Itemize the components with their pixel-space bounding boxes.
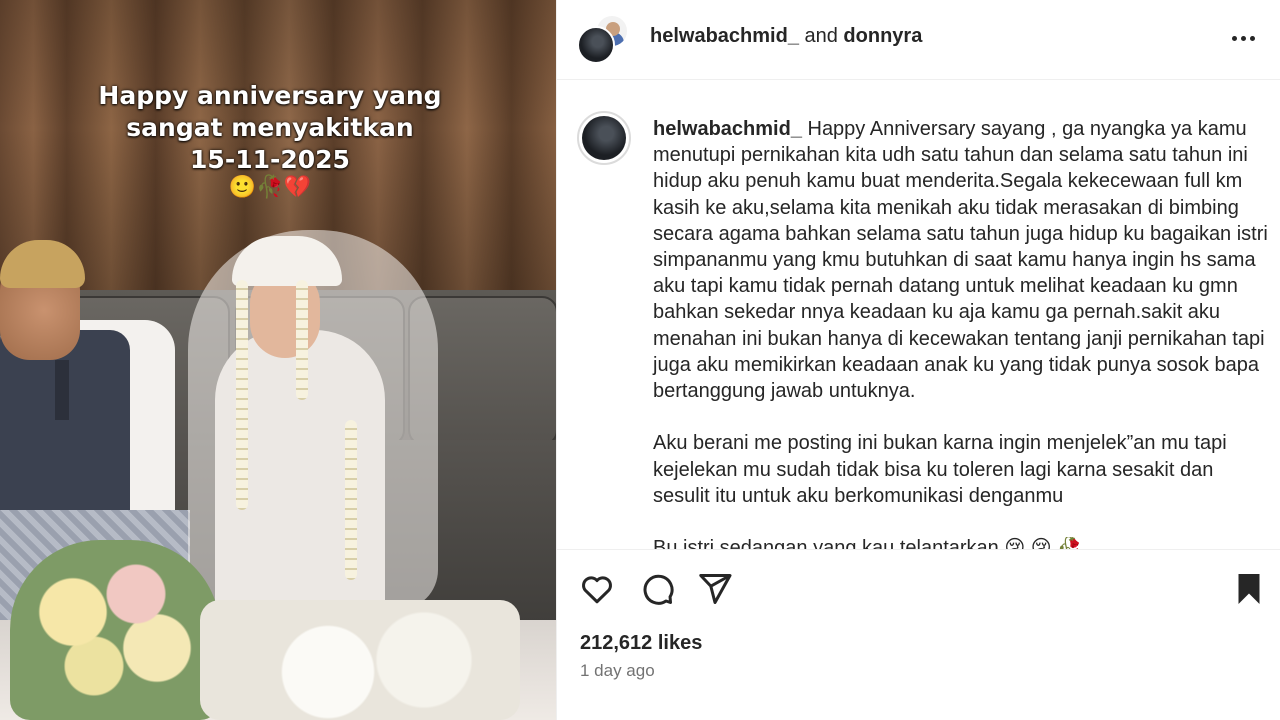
more-options-button[interactable] (1227, 24, 1259, 52)
post-timestamp[interactable]: 1 day ago (580, 661, 655, 681)
bookmark-icon (1238, 574, 1260, 604)
groom-tie (55, 360, 69, 420)
post-media[interactable]: Happy anniversary yang sangat menyakitka… (0, 0, 556, 720)
caption-body: Happy Anniversary sayang , ga nyangka ya… (653, 118, 1268, 507)
author-conjunction: and (798, 25, 844, 47)
post-header: helwabachmid_ and donnyra (557, 0, 1280, 80)
save-button[interactable] (1231, 571, 1267, 607)
avatar[interactable] (577, 26, 615, 64)
comment-button[interactable] (639, 571, 675, 607)
post-panel: helwabachmid_ and donnyra helwabachmid_ … (556, 0, 1280, 720)
like-button[interactable] (579, 571, 615, 607)
comment-icon (643, 574, 674, 605)
overlay-emoji: 🙂🥀💔 (228, 174, 312, 199)
likes-count[interactable]: 212,612 likes (580, 632, 702, 655)
jasmine-garland (296, 280, 308, 400)
overlay-line-1: Happy anniversary yang (98, 81, 442, 110)
collab-avatars[interactable] (577, 14, 633, 66)
caption-cutoff-line: Bu istri sedangan yang kau telantarkan 😢… (653, 537, 1083, 549)
caption-text: helwabachmid_ Happy Anniversary sayang ,… (653, 116, 1271, 509)
jasmine-garland (345, 420, 357, 580)
author-link[interactable]: donnyra (843, 25, 922, 47)
send-icon (699, 574, 732, 604)
flower-bouquet (10, 540, 220, 720)
avatar[interactable] (577, 111, 631, 165)
action-bar (557, 549, 1280, 629)
author-link[interactable]: helwabachmid_ (650, 25, 799, 47)
heart-icon (582, 576, 612, 604)
avatar-image (582, 116, 626, 160)
media-overlay-text: Happy anniversary yang sangat menyakitka… (60, 80, 480, 176)
caption-area[interactable]: helwabachmid_ Happy Anniversary sayang ,… (557, 81, 1280, 548)
share-button[interactable] (697, 571, 733, 607)
more-horizontal-icon (1231, 35, 1237, 41)
overlay-line-2: sangat menyakitkan (126, 113, 414, 142)
caption-username[interactable]: helwabachmid_ (653, 118, 802, 140)
jasmine-garland (236, 280, 248, 510)
more-horizontal-icon (1249, 35, 1255, 41)
gift-flowers (200, 600, 520, 720)
post-authors: helwabachmid_ and donnyra (650, 25, 922, 48)
overlay-line-3: 15-11-2025 (190, 145, 350, 174)
more-horizontal-icon (1240, 35, 1246, 41)
